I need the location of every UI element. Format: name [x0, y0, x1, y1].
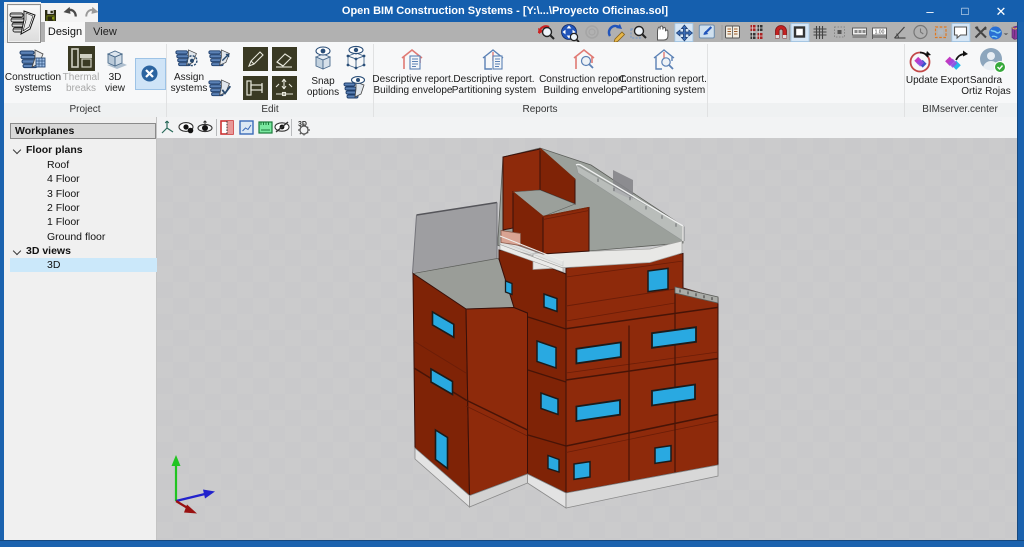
svg-text:1.00: 1.00 [875, 30, 885, 36]
